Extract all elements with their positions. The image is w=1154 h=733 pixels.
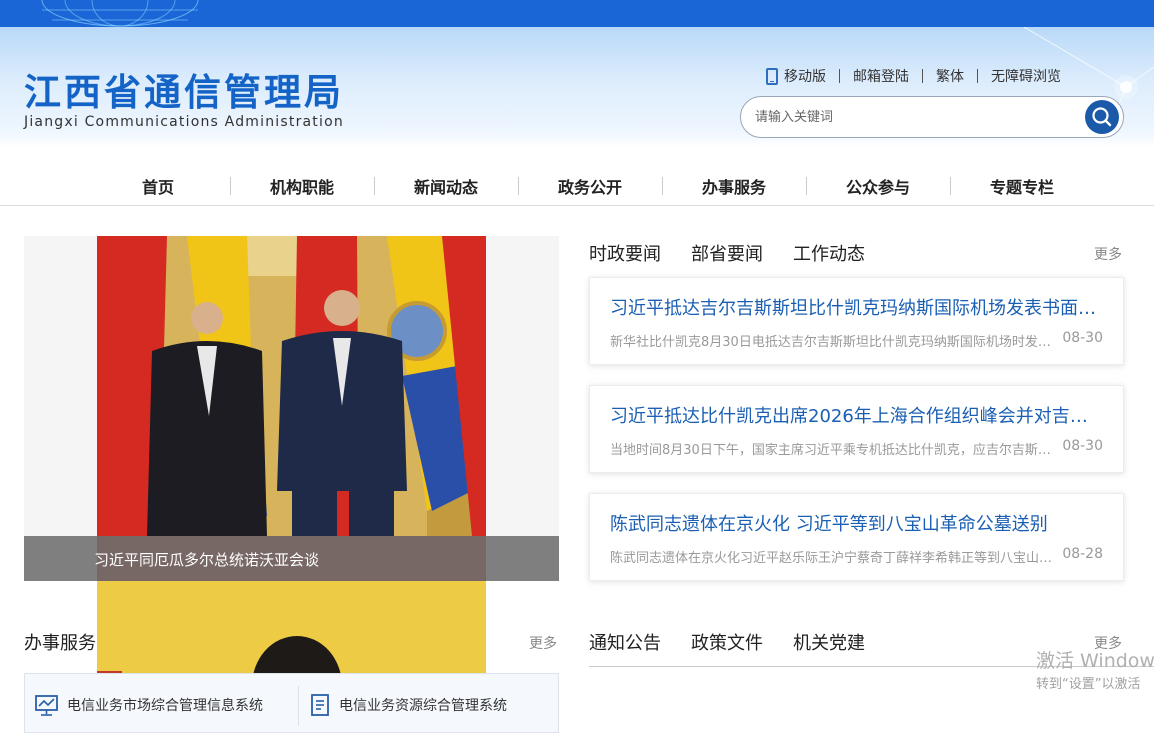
service-item-market-system[interactable]: 电信业务市场综合管理信息系统 xyxy=(35,694,263,716)
news-card-title[interactable]: 习近平抵达吉尔吉斯斯坦比什凯克玛纳斯国际机场发表书面讲话 xyxy=(610,294,1105,320)
news-card[interactable]: 习近平抵达比什凯克出席2026年上海合作组织峰会并对吉尔吉斯斯坦进行国事访问 当… xyxy=(589,385,1124,473)
search-button[interactable] xyxy=(1085,100,1119,134)
tab-work-updates[interactable]: 工作动态 xyxy=(793,240,865,266)
news-card-date: 08-30 xyxy=(1062,438,1103,454)
monitor-chart-icon xyxy=(35,695,58,716)
search-icon xyxy=(1092,107,1112,127)
document-list-icon xyxy=(311,694,329,716)
mobile-phone-icon xyxy=(766,67,778,85)
nav-item-public-participation[interactable]: 公众参与 xyxy=(806,174,950,198)
globe-decoration xyxy=(41,0,199,27)
windows-activation-watermark-text: 转到“设置”以激活 xyxy=(1036,677,1141,692)
tab-current-affairs[interactable]: 时政要闻 xyxy=(589,240,661,266)
news-card[interactable]: 习近平抵达吉尔吉斯斯坦比什凯克玛纳斯国际机场发表书面讲话 新华社比什凯克8月30… xyxy=(589,277,1124,365)
tab-ministry-news[interactable]: 部省要闻 xyxy=(691,240,763,266)
site-header: 江西省通信管理局 Jiangxi Communications Administ… xyxy=(0,0,1154,148)
service-item-label: 电信业务市场综合管理信息系统 xyxy=(67,698,263,714)
nav-item-services[interactable]: 办事服务 xyxy=(662,174,806,198)
divider xyxy=(839,69,840,83)
photo-illustration xyxy=(97,236,486,581)
nav-item-home[interactable]: 首页 xyxy=(86,174,230,198)
services-section-title: 办事服务 xyxy=(24,633,96,654)
nav-item-government-affairs[interactable]: 政务公开 xyxy=(518,174,662,198)
news-card-summary: 陈武同志遗体在京火化习近平赵乐际王沪宁蔡奇丁薛祥李希韩正等到八宝山革命公墓送别 xyxy=(610,551,1055,566)
news-card[interactable]: 陈武同志遗体在京火化 习近平等到八宝山革命公墓送别 陈武同志遗体在京火化习近平赵… xyxy=(589,493,1124,581)
news-card-title[interactable]: 习近平抵达比什凯克出席2026年上海合作组织峰会并对吉尔吉斯斯坦进行国事访问 xyxy=(610,402,1105,428)
news-card-date: 08-30 xyxy=(1062,330,1103,346)
news-card-title[interactable]: 陈武同志遗体在京火化 习近平等到八宝山革命公墓送别 xyxy=(610,510,1105,536)
news-card-summary: 当地时间8月30日下午，国家主席习近平乘专机抵达比什凯克，应吉尔吉斯斯坦总统邀请 xyxy=(610,443,1055,458)
mobile-version-label: 移动版 xyxy=(784,69,826,85)
featured-news-slide[interactable]: 习近平同厄瓜多尔总统诺沃亚会谈 xyxy=(24,236,559,581)
mail-login-link[interactable]: 邮箱登陆 xyxy=(853,66,909,86)
nav-item-news[interactable]: 新闻动态 xyxy=(374,174,518,198)
news-tabs: 时政要闻 部省要闻 工作动态 xyxy=(589,240,895,266)
accessibility-link[interactable]: 无障碍浏览 xyxy=(991,66,1061,86)
divider xyxy=(922,69,923,83)
traditional-chinese-link[interactable]: 繁体 xyxy=(936,66,964,86)
tab-policy-documents[interactable]: 政策文件 xyxy=(691,629,763,655)
main-navigation: 首页 机构职能 新闻动态 政务公开 办事服务 公众参与 专题专栏 xyxy=(0,166,1154,206)
news-card-date: 08-28 xyxy=(1062,546,1103,562)
site-logo-subtitle: Jiangxi Communications Administration xyxy=(24,114,344,130)
search-box xyxy=(740,96,1124,138)
news-card-summary: 新华社比什凯克8月30日电抵达吉尔吉斯斯坦比什凯克玛纳斯国际机场时发表书面讲话 xyxy=(610,335,1055,350)
nav-item-functions[interactable]: 机构职能 xyxy=(230,174,374,198)
tab-notices[interactable]: 通知公告 xyxy=(589,629,661,655)
mobile-version-link[interactable]: 移动版 xyxy=(766,66,826,86)
service-item-label: 电信业务资源综合管理系统 xyxy=(339,698,507,714)
tab-party-building[interactable]: 机关党建 xyxy=(793,629,865,655)
divider xyxy=(298,686,299,726)
featured-news-photo[interactable] xyxy=(97,236,486,581)
search-input[interactable] xyxy=(755,106,1075,128)
news-more-link[interactable]: 更多 xyxy=(1094,244,1122,264)
slide-caption-bar: 习近平同厄瓜多尔总统诺沃亚会谈 xyxy=(24,536,559,581)
site-logo-title[interactable]: 江西省通信管理局 xyxy=(24,62,344,116)
services-panel: 电信业务市场综合管理信息系统 电信业务资源综合管理系统 xyxy=(24,673,559,733)
services-more-link[interactable]: 更多 xyxy=(529,633,557,653)
divider xyxy=(977,69,978,83)
windows-activation-watermark-title: 激活 Windows xyxy=(1036,650,1154,672)
notice-tabs: 通知公告 政策文件 机关党建 xyxy=(589,629,895,655)
nav-item-special-topics[interactable]: 专题专栏 xyxy=(950,174,1094,198)
top-links: 移动版 邮箱登陆 繁体 无障碍浏览 xyxy=(766,66,1061,86)
service-item-resource-system[interactable]: 电信业务资源综合管理系统 xyxy=(309,694,507,716)
slide-caption[interactable]: 习近平同厄瓜多尔总统诺沃亚会谈 xyxy=(94,549,319,570)
